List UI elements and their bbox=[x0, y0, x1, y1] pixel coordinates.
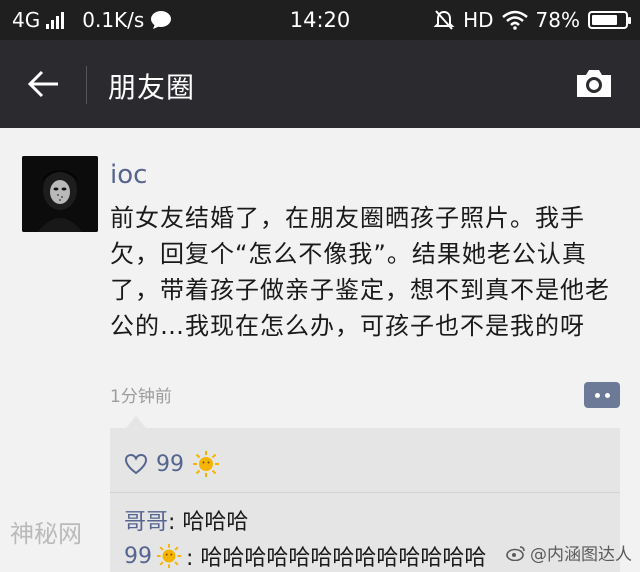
watermark-right: @内涵图达人 bbox=[506, 540, 632, 565]
comment-item[interactable]: 哥哥: 哈哈哈 bbox=[124, 504, 248, 536]
watermark-right-text: @内涵图达人 bbox=[530, 545, 632, 565]
watermark-left: 神秘网 bbox=[10, 520, 82, 548]
nav-divider bbox=[86, 66, 87, 104]
comment-author[interactable]: 99 bbox=[124, 544, 152, 569]
moments-feed: ioc 前女友结婚了，在朋友圈晒孩子照片。我手欠，回复个“怎么不像我”。结果她老… bbox=[0, 128, 640, 572]
post-timestamp: 1分钟前 bbox=[110, 387, 172, 407]
comment-separator: : bbox=[186, 546, 201, 571]
mute-bell-icon bbox=[433, 10, 455, 30]
like-count[interactable]: 99 bbox=[156, 452, 184, 477]
battery-icon bbox=[588, 11, 631, 29]
comment-separator: : bbox=[168, 510, 183, 535]
battery-percent: 78% bbox=[535, 8, 580, 32]
avatar[interactable] bbox=[22, 156, 98, 232]
camera-icon[interactable] bbox=[574, 66, 614, 100]
comment-text: 哈哈哈哈哈哈哈哈哈哈哈哈哈 bbox=[200, 546, 487, 571]
wifi-icon bbox=[501, 10, 528, 30]
status-bar: 4G 0.1K/s 14:20 HD 78% bbox=[0, 0, 640, 40]
likes-row: 99 bbox=[124, 450, 220, 478]
heart-icon bbox=[124, 453, 148, 475]
battery-fill bbox=[592, 15, 617, 25]
weibo-icon bbox=[506, 545, 525, 561]
comment-author[interactable]: 哥哥 bbox=[124, 510, 168, 535]
comment-text: 哈哈哈 bbox=[182, 510, 249, 535]
comment-menu-button[interactable] bbox=[584, 382, 620, 408]
arrow-left-icon[interactable] bbox=[26, 66, 62, 102]
sun-icon bbox=[156, 543, 182, 569]
page-title: 朋友圈 bbox=[108, 71, 196, 104]
comment-item[interactable]: 99 : 哈哈哈哈哈哈哈哈哈哈哈哈哈 bbox=[124, 540, 486, 572]
post-author[interactable]: ioc bbox=[110, 160, 147, 190]
post-text: 前女友结婚了，在朋友圈晒孩子照片。我手欠，回复个“怎么不像我”。结果她老公认真了… bbox=[110, 204, 610, 340]
hd-label: HD bbox=[463, 8, 494, 32]
reactions-divider bbox=[110, 492, 620, 493]
sun-icon bbox=[193, 451, 219, 477]
nav-bar: 朋友圈 bbox=[0, 40, 640, 128]
